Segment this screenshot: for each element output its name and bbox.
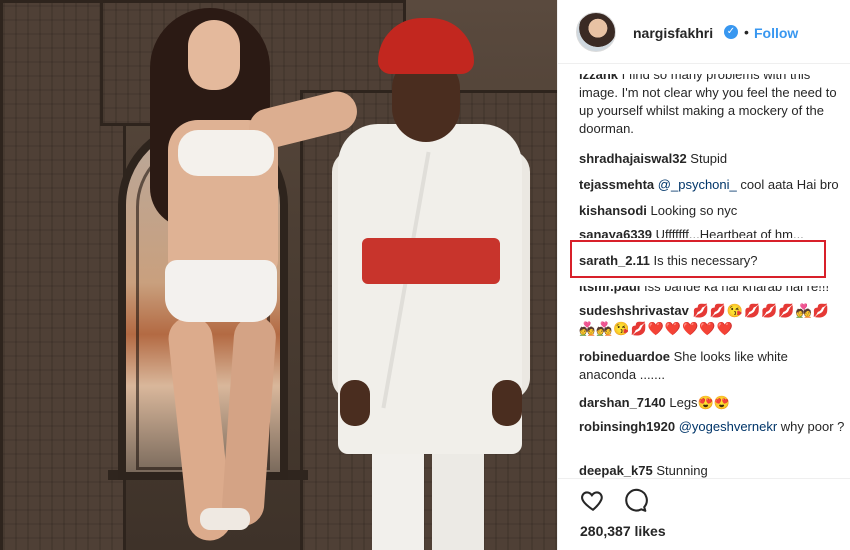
comment-item: kishansodi Looking so nyc xyxy=(579,202,847,220)
comment-text: cool aata Hai bro xyxy=(740,177,839,192)
comment-text: Iss bande ka hai kharab hai re!!! xyxy=(644,279,830,294)
comment-text: Legs😍😍 xyxy=(669,395,730,410)
comment-mention[interactable]: @_psychoni_ xyxy=(658,177,737,192)
comment-text: Stupid xyxy=(690,151,728,166)
avatar[interactable] xyxy=(576,12,616,52)
comment-username[interactable]: sudeshshrivastav xyxy=(579,303,689,318)
comment-icon[interactable] xyxy=(622,487,648,513)
comment-username[interactable]: robineduardoe xyxy=(579,349,670,364)
woman-shorts xyxy=(165,260,277,322)
doorman-pants-right xyxy=(432,440,484,550)
comment-text: I find so many problems with this image.… xyxy=(579,67,837,136)
comment-text: Stunning xyxy=(656,463,708,478)
comment-item: robineduardoe She looks like white anaco… xyxy=(579,348,847,384)
comment-username[interactable]: itsmr.paul xyxy=(579,286,640,294)
woman-shoe xyxy=(200,508,250,530)
follow-button[interactable]: Follow xyxy=(754,25,798,41)
separator-dot: • xyxy=(744,24,749,40)
comment-item: sudeshshrivastav 💋💋😘💋💋💋💑💋 💑💑😘💋❤️❤️❤️❤️❤️ xyxy=(579,302,847,338)
verified-badge-icon: ✓ xyxy=(724,25,738,39)
comment-item: izzank I find so many problems with this… xyxy=(579,67,847,138)
comment-text: Looking so nyc xyxy=(650,203,738,218)
comment-item: robinsingh1920 @yogeshvernekr why poor ? xyxy=(579,418,847,436)
comment-item: darshan_7140 Legs😍😍 xyxy=(579,394,847,412)
doorman-red-sash xyxy=(362,238,500,284)
comment-username[interactable]: kishansodi xyxy=(579,203,647,218)
comment-item: deepak_k75 Stunning xyxy=(579,462,847,478)
woman-top xyxy=(178,130,274,176)
likes-count[interactable]: 280,387 likes xyxy=(580,523,666,539)
post-photo[interactable] xyxy=(0,0,557,550)
comment-username[interactable]: deepak_k75 xyxy=(579,463,653,478)
comment-text: why poor ? xyxy=(780,419,845,434)
comment-username[interactable]: tejassmehta xyxy=(579,177,654,192)
doorman-hand-right xyxy=(492,380,522,426)
comment-username[interactable]: izzank xyxy=(579,74,618,82)
comment-item: tejassmehta @_psychoni_ cool aata Hai br… xyxy=(579,176,847,194)
comment-username[interactable]: shradhajaiswal32 xyxy=(579,151,687,166)
comment-username[interactable]: robinsingh1920 xyxy=(579,419,675,434)
comment-item: shradhajaiswal32 Stupid xyxy=(579,150,847,168)
comment-emojis: 💋💋😘💋💋💋💑💋 xyxy=(692,303,830,318)
heart-icon[interactable] xyxy=(580,487,606,513)
comment-emojis: 💑💑😘💋❤️❤️❤️❤️❤️ xyxy=(579,321,734,336)
doorman-pants-left xyxy=(372,440,424,550)
comment-username[interactable]: darshan_7140 xyxy=(579,395,666,410)
highlight-box xyxy=(570,240,826,278)
post-header: nargisfakhri ✓ • Follow xyxy=(558,0,850,64)
comment-mention[interactable]: @yogeshvernekr xyxy=(679,419,777,434)
comment-item: itsmr.paul Iss bande ka hai kharab hai r… xyxy=(579,279,847,296)
doorman-hand-left xyxy=(340,380,370,426)
post-username[interactable]: nargisfakhri xyxy=(633,25,713,41)
post-actions: 280,387 likes xyxy=(558,478,850,550)
woman-face xyxy=(188,20,240,90)
